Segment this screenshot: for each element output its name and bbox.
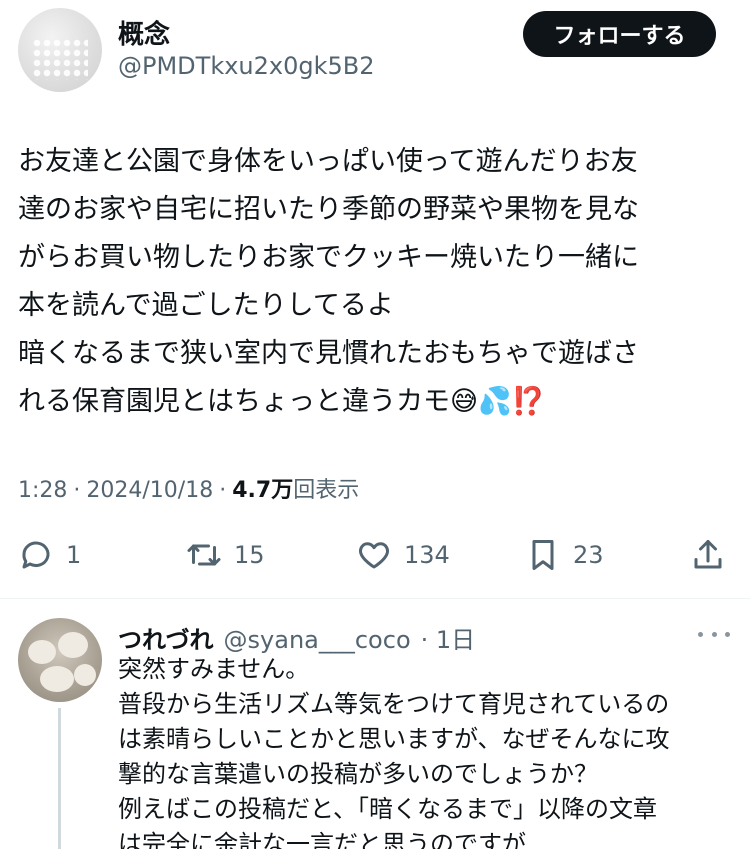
share-button[interactable]: [690, 530, 726, 580]
tweet-date[interactable]: 2024/10/18: [86, 478, 213, 503]
thread-line: [58, 708, 61, 849]
reply-text: 突然すみません。 普段から生活リズム等気をつけて育児されているの は素晴らしいこ…: [118, 655, 670, 849]
retweet-count: 15: [234, 541, 265, 569]
meta-separator: ·: [219, 478, 227, 503]
tweet-time[interactable]: 1:28: [18, 478, 67, 503]
author-display-name[interactable]: 概念: [118, 14, 170, 51]
tweet-header: 概念 @PMDTkxu2x0gk5B2 フォローする: [0, 0, 750, 110]
retweet-button[interactable]: 15: [186, 530, 265, 580]
share-icon: [694, 540, 722, 569]
reply-count: 1: [66, 541, 82, 569]
reply-tweet[interactable]: つれづれ @syana___coco · 1日 突然すみません。 普段から生活リ…: [0, 600, 750, 849]
view-count[interactable]: 4.7万: [232, 478, 293, 503]
like-button[interactable]: 134: [356, 530, 450, 580]
speech-bubble-icon: [22, 541, 50, 569]
reply-author-name[interactable]: つれづれ: [118, 620, 214, 655]
retweet-icon: [187, 544, 221, 566]
author-avatar[interactable]: [18, 8, 102, 92]
tweet-meta: 1:28 · 2024/10/18 · 4.7万回表示: [18, 472, 359, 504]
follow-button[interactable]: フォローする: [523, 11, 716, 57]
meta-separator: ·: [73, 478, 81, 503]
bookmark-count: 23: [573, 541, 604, 569]
view-count-label: 回表示: [293, 478, 360, 503]
reply-header: つれづれ @syana___coco · 1日: [118, 620, 475, 655]
author-handle[interactable]: @PMDTkxu2x0gk5B2: [118, 52, 375, 80]
reply-time[interactable]: · 1日: [421, 620, 476, 655]
reply-author-handle[interactable]: @syana___coco: [224, 626, 411, 654]
section-divider: [0, 598, 750, 599]
action-bar: 1 15 134 23: [0, 530, 750, 580]
like-count: 134: [404, 541, 450, 569]
reply-author-avatar[interactable]: [18, 618, 102, 702]
tweet-text: お友達と公園で身体をいっぱい使って遊んだりお友 達のお家や自宅に招いたり季節の野…: [18, 146, 639, 417]
reply-button[interactable]: 1: [18, 530, 81, 580]
heart-icon: [359, 542, 389, 569]
more-horizontal-icon[interactable]: [698, 628, 730, 640]
bookmark-icon: [532, 540, 554, 570]
bookmark-button[interactable]: 23: [525, 530, 604, 580]
